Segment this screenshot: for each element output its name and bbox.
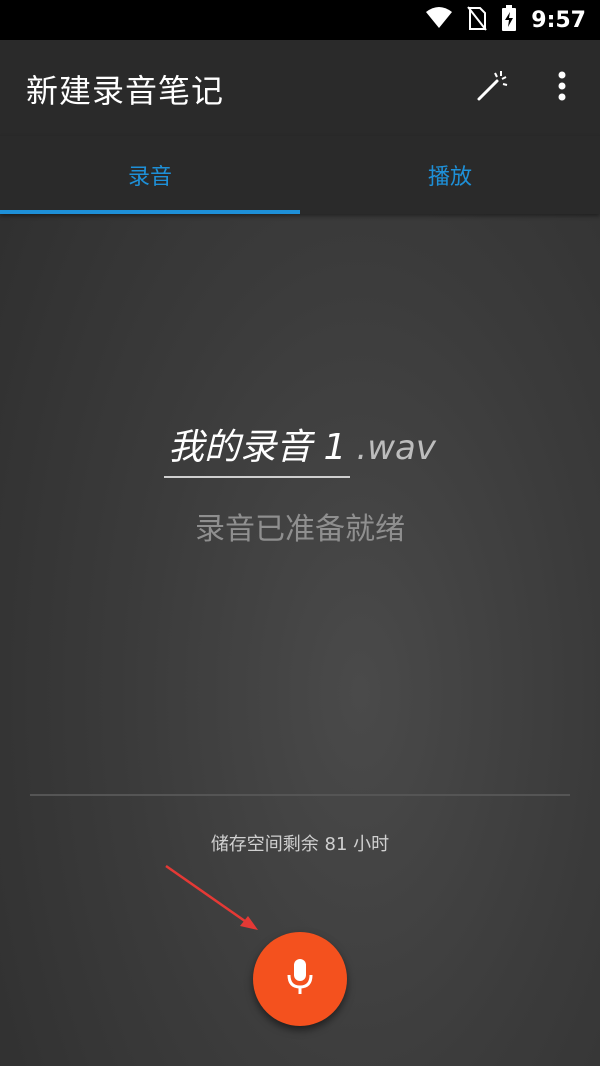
- record-button[interactable]: [253, 932, 347, 1026]
- tab-record[interactable]: 录音: [0, 136, 300, 214]
- recording-status: 录音已准备就绪: [195, 512, 405, 547]
- microphone-icon: [285, 957, 315, 1001]
- page-title: 新建录音笔记: [26, 72, 225, 110]
- battery-charging-icon: [501, 5, 517, 35]
- storage-remaining: 储存空间剩余 81 小时: [210, 834, 390, 855]
- magic-wand-icon: [475, 69, 509, 107]
- file-name-input[interactable]: 我的录音 1: [164, 418, 351, 478]
- file-name-row: 我的录音 1 .wav: [0, 418, 600, 478]
- annotation-arrow-icon: [165, 864, 258, 930]
- more-options-button[interactable]: [546, 68, 578, 108]
- divider: [30, 794, 570, 796]
- recorder-screen: 9:57 新建录音笔记 录音 播放 我的录音 1 .wav 录音已准备就绪 储存…: [0, 0, 600, 1066]
- wifi-icon: [425, 6, 453, 34]
- no-sim-icon: [467, 5, 488, 35]
- tab-indicator: [0, 210, 300, 214]
- file-extension: .wav: [356, 428, 436, 468]
- tab-play[interactable]: 播放: [300, 136, 600, 214]
- status-time: 9:57: [531, 7, 586, 33]
- app-bar: 新建录音笔记: [0, 40, 600, 136]
- tab-bar: 录音 播放: [0, 136, 600, 214]
- magic-wand-button[interactable]: [472, 68, 512, 108]
- status-bar: 9:57: [0, 0, 600, 40]
- more-vert-icon: [558, 71, 566, 105]
